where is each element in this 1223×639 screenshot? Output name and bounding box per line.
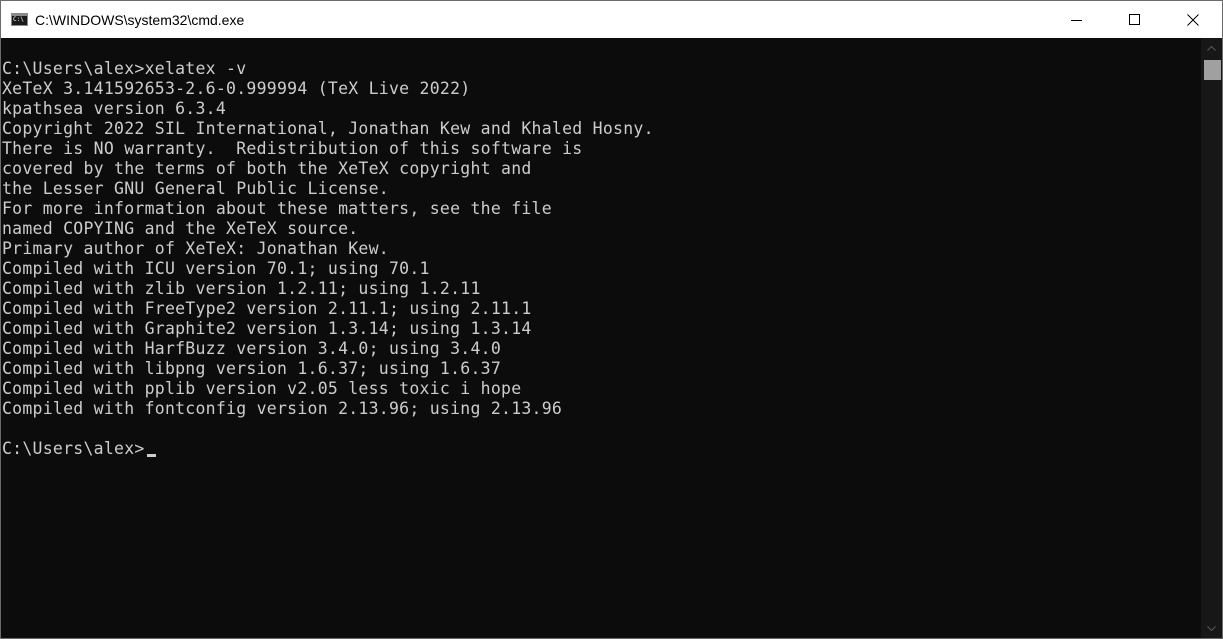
console-line-text: covered by the terms of both the XeTeX c… [2, 159, 532, 178]
console-line: Compiled with Graphite2 version 1.3.14; … [1, 319, 1199, 339]
console-line-text: There is NO warranty. Redistribution of … [2, 139, 583, 158]
console-line: Compiled with pplib version v2.05 less t… [1, 379, 1199, 399]
console-line: Copyright 2022 SIL International, Jonath… [1, 119, 1199, 139]
console-line: Compiled with zlib version 1.2.11; using… [1, 279, 1199, 299]
console-line: Compiled with HarfBuzz version 3.4.0; us… [1, 339, 1199, 359]
console-line: Compiled with libpng version 1.6.37; usi… [1, 359, 1199, 379]
console-line: XeTeX 3.141592653-2.6-0.999994 (TeX Live… [1, 79, 1199, 99]
maximize-button[interactable] [1106, 1, 1164, 38]
console-line-text: Compiled with ICU version 70.1; using 70… [2, 259, 430, 278]
minimize-icon [1071, 19, 1082, 21]
console-line: C:\Users\alex> [1, 439, 1199, 459]
console-line: kpathsea version 6.3.4 [1, 99, 1199, 119]
console-line: named COPYING and the XeTeX source. [1, 219, 1199, 239]
console-line-text: kpathsea version 6.3.4 [2, 99, 227, 118]
console-line-text: Compiled with HarfBuzz version 3.4.0; us… [2, 339, 502, 358]
console-line: For more information about these matters… [1, 199, 1199, 219]
console-line-text: Primary author of XeTeX: Jonathan Kew. [2, 239, 389, 258]
console-line: Compiled with FreeType2 version 2.11.1; … [1, 299, 1199, 319]
maximize-icon [1129, 13, 1140, 25]
console-output[interactable]: C:\Users\alex>xelatex -v XeTeX 3.14159265… [1, 59, 1199, 638]
console-line-text: C:\Users\alex> [2, 439, 145, 458]
window-title: C:\WINDOWS\system32\cmd.exe [35, 11, 245, 28]
console-line-text: Compiled with libpng version 1.6.37; usi… [2, 359, 502, 378]
cmd-window: C:\ C:\WINDOWS\system32\cmd.exe C:\Users [0, 0, 1223, 639]
caption-buttons [1048, 1, 1222, 38]
minimize-button[interactable] [1048, 1, 1106, 38]
console-line-text: Compiled with pplib version v2.05 less t… [2, 379, 522, 398]
close-button[interactable] [1164, 1, 1222, 38]
title-bar[interactable]: C:\ C:\WINDOWS\system32\cmd.exe [1, 1, 1222, 38]
console-line: Primary author of XeTeX: Jonathan Kew. [1, 239, 1199, 259]
scroll-up-arrow-icon[interactable] [1201, 38, 1222, 58]
console-line: There is NO warranty. Redistribution of … [1, 139, 1199, 159]
scrollbar-thumb[interactable] [1204, 60, 1221, 80]
console-line: C:\Users\alex>xelatex -v [1, 59, 1199, 79]
scroll-down-arrow-icon[interactable] [1201, 618, 1222, 638]
console-line-text: C:\Users\alex>xelatex -v [2, 59, 247, 78]
console-line: Compiled with ICU version 70.1; using 70… [1, 259, 1199, 279]
vertical-scrollbar[interactable] [1201, 38, 1222, 638]
console-line: covered by the terms of both the XeTeX c… [1, 159, 1199, 179]
console-line: Compiled with fontconfig version 2.13.96… [1, 399, 1199, 419]
console-line-text: For more information about these matters… [2, 199, 552, 218]
console-line-text: the Lesser GNU General Public License. [2, 179, 389, 198]
cmd-app-icon[interactable]: C:\ [11, 13, 28, 26]
console-line-text: named COPYING and the XeTeX source. [2, 219, 359, 238]
console-line-text: Compiled with FreeType2 version 2.11.1; … [2, 299, 532, 318]
console-line-text: Compiled with zlib version 1.2.11; using… [2, 279, 481, 298]
console-line-text: Compiled with Graphite2 version 1.3.14; … [2, 319, 532, 338]
close-icon [1187, 13, 1199, 26]
console-line-text: Copyright 2022 SIL International, Jonath… [2, 119, 654, 138]
text-cursor [146, 454, 156, 457]
console-line: the Lesser GNU General Public License. [1, 179, 1199, 199]
console-line-text: XeTeX 3.141592653-2.6-0.999994 (TeX Live… [2, 79, 471, 98]
console-line-text: Compiled with fontconfig version 2.13.96… [2, 399, 563, 418]
